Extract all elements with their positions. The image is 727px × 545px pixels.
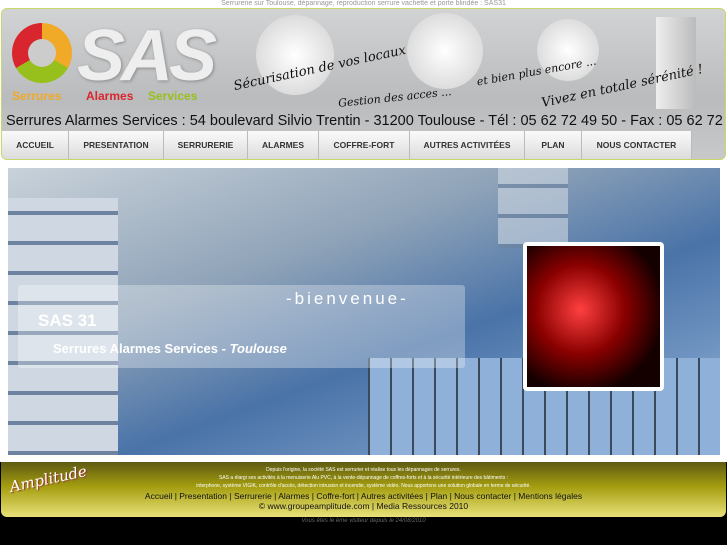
nav-accueil[interactable]: ACCUEIL: [2, 131, 69, 159]
armored-door-image: [656, 17, 696, 109]
welcome-panel: -bienvenue- SAS 31 Serrures Alarmes Serv…: [18, 285, 465, 368]
footer-links: Accueil | Presentation | Serrurerie | Al…: [144, 491, 583, 501]
footer-link-contact[interactable]: Nous contacter: [454, 491, 511, 501]
hero-banner: -bienvenue- SAS 31 Serrures Alarmes Serv…: [8, 168, 720, 455]
subtitle-city: Toulouse: [229, 341, 287, 356]
nav-serrurerie[interactable]: SERRURERIE: [164, 131, 248, 159]
footer-link-mentions[interactable]: Mentions légales: [518, 491, 582, 501]
main-nav: ACCUEIL PRESENTATION SERRURERIE ALARMES …: [2, 131, 692, 159]
copyright[interactable]: © www.groupeamplitude.com | Media Ressou…: [1, 501, 726, 511]
footer-link-presentation[interactable]: Presentation: [179, 491, 227, 501]
nav-presentation[interactable]: PRESENTATION: [69, 131, 164, 159]
logo-word-serrures: Serrures: [12, 89, 62, 103]
door-handle-image: [407, 13, 483, 89]
building-image: [498, 168, 568, 248]
logo-text[interactable]: SAS: [77, 15, 217, 97]
footer-link-alarmes[interactable]: Alarmes: [278, 491, 309, 501]
nav-plan[interactable]: PLAN: [525, 131, 582, 159]
logo-word-alarmes: Alarmes: [86, 89, 134, 103]
subtitle-text: Serrures Alarmes Services -: [53, 341, 230, 356]
nav-coffre-fort[interactable]: COFFRE-FORT: [319, 131, 410, 159]
footer-text-2: SAS a élargi ses activités à la menuiser…: [219, 475, 508, 481]
company-address: Serrures Alarmes Services : 54 boulevard…: [6, 113, 726, 129]
footer-link-plan[interactable]: Plan: [430, 491, 447, 501]
header: SAS Serrures Alarmes Services Sécurisati…: [1, 8, 726, 160]
footer-link-serrurerie[interactable]: Serrurerie: [234, 491, 272, 501]
welcome-heading: -bienvenue-: [286, 289, 409, 308]
banner-title: SAS 31: [38, 311, 97, 330]
visitor-counter: Vous êtes le ème visiteur depuis le 24/0…: [301, 518, 426, 524]
footer-link-accueil[interactable]: Accueil: [145, 491, 172, 501]
footer-text-3: interphone, système VIGIK, contrôle d'ac…: [196, 483, 531, 489]
nav-autres-activitees[interactable]: AUTRES ACTIVITÉES: [410, 131, 525, 159]
footer-link-autres[interactable]: Autres activitées: [361, 491, 423, 501]
banner-subtitle: Serrures Alarmes Services - Toulouse: [53, 341, 287, 356]
slogan-gestion: Gestion des acces ...: [337, 85, 453, 110]
red-key-image: [523, 242, 664, 391]
logo-word-services: Services: [148, 89, 198, 103]
logo-icon: [12, 23, 72, 83]
footer-text-1: Depuis l'origine, la société SAS est ser…: [266, 467, 461, 473]
nav-alarmes[interactable]: ALARMES: [248, 131, 319, 159]
site-tagline: Serrurerie sur Toulouse, dépannage, repr…: [221, 0, 506, 7]
footer-link-coffre-fort[interactable]: Coffre-fort: [316, 491, 354, 501]
footer: Amplitude Depuis l'origine, la société S…: [1, 462, 726, 517]
nav-nous-contacter[interactable]: NOUS CONTACTER: [582, 131, 692, 159]
